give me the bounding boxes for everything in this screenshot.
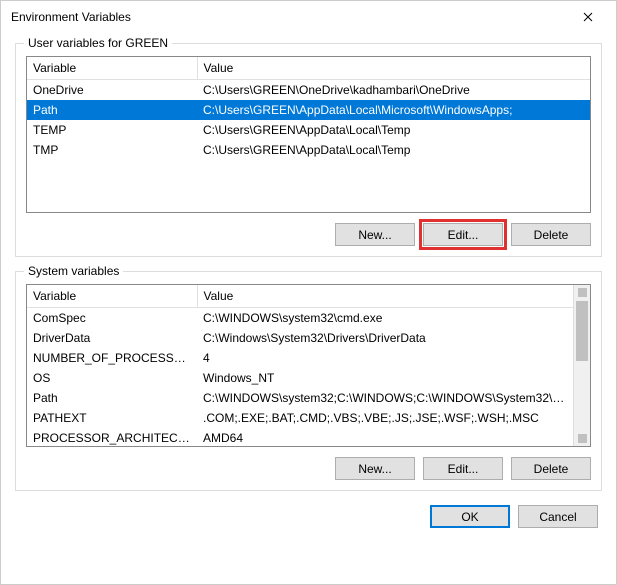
sys-button-row: New... Edit... Delete <box>26 457 591 480</box>
cell-value: C:\Users\GREEN\OneDrive\kadhambari\OneDr… <box>197 80 590 100</box>
sys-vars-table-wrap: Variable Value ComSpecC:\WINDOWS\system3… <box>26 284 591 447</box>
user-group-label: User variables for GREEN <box>24 36 172 50</box>
table-row[interactable]: OneDriveC:\Users\GREEN\OneDrive\kadhamba… <box>27 80 590 100</box>
cell-variable: OS <box>27 368 197 388</box>
table-row[interactable]: OSWindows_NT <box>27 368 573 388</box>
cell-variable: DriverData <box>27 328 197 348</box>
cell-variable: OneDrive <box>27 80 197 100</box>
user-header-variable[interactable]: Variable <box>27 57 197 80</box>
cell-value: C:\Users\GREEN\AppData\Local\Temp <box>197 140 590 160</box>
user-edit-button[interactable]: Edit... <box>423 223 503 246</box>
titlebar: Environment Variables <box>1 1 616 33</box>
env-vars-dialog: Environment Variables User variables for… <box>0 0 617 585</box>
ok-button[interactable]: OK <box>430 505 510 528</box>
table-row[interactable]: PATHEXT.COM;.EXE;.BAT;.CMD;.VBS;.VBE;.JS… <box>27 408 573 428</box>
sys-edit-button[interactable]: Edit... <box>423 457 503 480</box>
table-row[interactable]: PathC:\Users\GREEN\AppData\Local\Microso… <box>27 100 590 120</box>
cell-variable: Path <box>27 100 197 120</box>
table-row[interactable]: ComSpecC:\WINDOWS\system32\cmd.exe <box>27 308 573 328</box>
cell-value: C:\WINDOWS\system32;C:\WINDOWS;C:\WINDOW… <box>197 388 573 408</box>
user-button-row: New... Edit... Delete <box>26 223 591 246</box>
dialog-content: User variables for GREEN Variable Value … <box>1 33 616 584</box>
table-row[interactable]: DriverDataC:\Windows\System32\Drivers\Dr… <box>27 328 573 348</box>
cell-value: 4 <box>197 348 573 368</box>
cell-value: C:\WINDOWS\system32\cmd.exe <box>197 308 573 328</box>
sys-new-button[interactable]: New... <box>335 457 415 480</box>
user-vars-table-wrap: Variable Value OneDriveC:\Users\GREEN\On… <box>26 56 591 213</box>
cell-value: Windows_NT <box>197 368 573 388</box>
sys-header-variable[interactable]: Variable <box>27 285 197 308</box>
cell-value: C:\Users\GREEN\AppData\Local\Microsoft\W… <box>197 100 590 120</box>
cell-variable: PROCESSOR_ARCHITECTURE <box>27 428 197 448</box>
cell-value: AMD64 <box>197 428 573 448</box>
sys-vars-table[interactable]: Variable Value ComSpecC:\WINDOWS\system3… <box>27 285 573 446</box>
close-button[interactable] <box>568 3 608 31</box>
cell-value: C:\Users\GREEN\AppData\Local\Temp <box>197 120 590 140</box>
system-variables-group: System variables Variable Value ComSpecC… <box>15 271 602 491</box>
table-row[interactable]: TEMPC:\Users\GREEN\AppData\Local\Temp <box>27 120 590 140</box>
cell-value: C:\Windows\System32\Drivers\DriverData <box>197 328 573 348</box>
cancel-button[interactable]: Cancel <box>518 505 598 528</box>
cell-variable: ComSpec <box>27 308 197 328</box>
cell-variable: NUMBER_OF_PROCESSORS <box>27 348 197 368</box>
cell-variable: TMP <box>27 140 197 160</box>
cell-variable: Path <box>27 388 197 408</box>
table-row[interactable]: TMPC:\Users\GREEN\AppData\Local\Temp <box>27 140 590 160</box>
user-vars-table[interactable]: Variable Value OneDriveC:\Users\GREEN\On… <box>27 57 590 212</box>
sys-scrollbar[interactable] <box>573 285 590 446</box>
sys-header-value[interactable]: Value <box>197 285 573 308</box>
cell-value: .COM;.EXE;.BAT;.CMD;.VBS;.VBE;.JS;.JSE;.… <box>197 408 573 428</box>
table-row[interactable]: PathC:\WINDOWS\system32;C:\WINDOWS;C:\WI… <box>27 388 573 408</box>
window-title: Environment Variables <box>11 10 568 24</box>
sys-group-label: System variables <box>24 264 123 278</box>
user-header-value[interactable]: Value <box>197 57 590 80</box>
user-new-button[interactable]: New... <box>335 223 415 246</box>
table-row[interactable]: PROCESSOR_ARCHITECTUREAMD64 <box>27 428 573 448</box>
dialog-button-row: OK Cancel <box>15 505 602 528</box>
cell-variable: TEMP <box>27 120 197 140</box>
cell-variable: PATHEXT <box>27 408 197 428</box>
scrollbar-thumb[interactable] <box>576 301 588 361</box>
close-icon <box>583 12 593 22</box>
user-delete-button[interactable]: Delete <box>511 223 591 246</box>
user-variables-group: User variables for GREEN Variable Value … <box>15 43 602 257</box>
table-row[interactable]: NUMBER_OF_PROCESSORS4 <box>27 348 573 368</box>
sys-delete-button[interactable]: Delete <box>511 457 591 480</box>
